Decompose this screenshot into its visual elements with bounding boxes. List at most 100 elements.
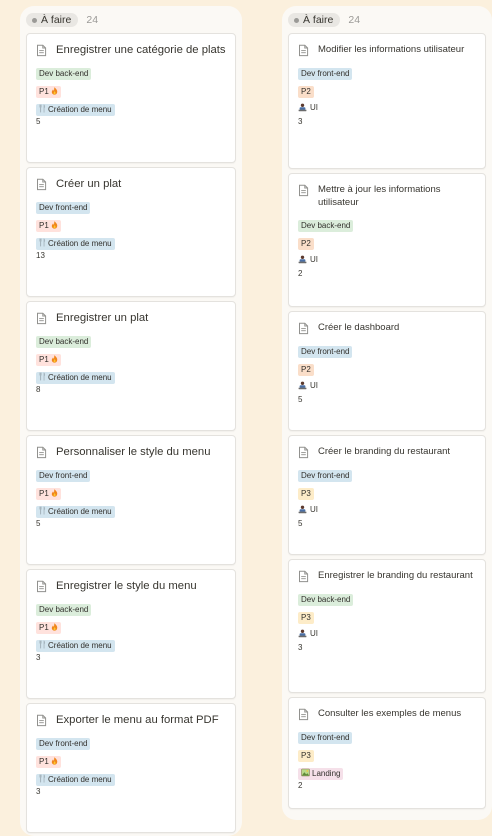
type-tag: Dev front-end	[298, 732, 353, 744]
epic-label: Création de menu	[48, 641, 112, 650]
card-title: Modifier les informations utilisateur	[318, 44, 465, 55]
epic-label: Création de menu	[48, 105, 112, 114]
type-tag: Dev front-end	[298, 346, 353, 358]
epic-label: Création de menu	[48, 239, 112, 248]
epic-label: UI	[310, 628, 318, 638]
priority-label: P1	[39, 757, 49, 766]
priority-tag: P2	[298, 364, 314, 376]
priority-label: P1	[39, 623, 49, 632]
epic-label: Création de menu	[48, 373, 112, 382]
fire-icon	[51, 221, 58, 229]
column-header: À faire 24	[288, 12, 486, 28]
card-title: Exporter le menu au format PDF	[56, 714, 219, 726]
document-icon	[36, 44, 47, 57]
board-column-right: À faire 24 Modifier les informations uti…	[282, 6, 492, 820]
document-icon	[298, 322, 309, 335]
epic-prop: UI	[298, 628, 318, 640]
type-tag: Dev back-end	[36, 604, 92, 616]
task-card[interactable]: Enregistrer le branding du restaurant De…	[288, 559, 486, 693]
type-tag: Dev back-end	[36, 336, 92, 348]
card-title: Créer le branding du restaurant	[318, 446, 451, 457]
epic-tag: Création de menu	[36, 104, 115, 116]
epic-tag: Landing	[298, 768, 344, 780]
estimate: 8	[36, 385, 41, 394]
document-icon	[36, 714, 47, 727]
priority-tag: P1	[36, 220, 61, 232]
document-icon	[36, 312, 47, 325]
fire-icon	[51, 757, 58, 765]
column-header: À faire 24	[26, 12, 236, 28]
task-card[interactable]: Enregistrer une catégorie de plats Dev b…	[26, 33, 236, 163]
priority-tag: P1	[36, 488, 61, 500]
epic-label: Création de menu	[48, 775, 112, 784]
priority-tag: P3	[298, 750, 314, 762]
epic-tag: Création de menu	[36, 238, 115, 250]
estimate: 5	[36, 519, 41, 528]
document-icon	[36, 178, 47, 191]
epic-prop: UI	[298, 102, 318, 114]
designer-icon	[298, 505, 307, 514]
task-card[interactable]: Mettre à jour les informations utilisate…	[288, 173, 486, 307]
epic-label: Landing	[312, 769, 341, 778]
document-icon	[298, 570, 309, 583]
fork-knife-icon	[39, 774, 46, 783]
estimate: 5	[298, 519, 303, 528]
type-tag: Dev front-end	[36, 738, 91, 750]
priority-tag: P3	[298, 488, 314, 500]
priority-label: P1	[39, 87, 49, 96]
status-dot-icon	[32, 17, 37, 23]
epic-tag: Création de menu	[36, 506, 115, 518]
type-tag: Dev front-end	[36, 202, 91, 214]
estimate: 5	[36, 117, 41, 126]
priority-tag: P1	[36, 86, 61, 98]
priority-tag: P3	[298, 612, 314, 624]
task-card[interactable]: Consulter les exemples de menus Dev fron…	[288, 697, 486, 809]
status-pill[interactable]: À faire	[288, 13, 341, 27]
card-title: Enregistrer le style du menu	[56, 580, 197, 592]
fork-knife-icon	[39, 506, 46, 515]
task-card[interactable]: Enregistrer un plat Dev back-end P1 Créa…	[26, 301, 236, 431]
status-label: À faire	[41, 14, 72, 26]
status-pill[interactable]: À faire	[26, 13, 79, 27]
task-card[interactable]: Exporter le menu au format PDF Dev front…	[26, 703, 236, 833]
estimate: 3	[298, 117, 303, 126]
picture-icon	[301, 768, 310, 777]
estimate: 13	[36, 251, 45, 260]
priority-label: P1	[39, 355, 49, 364]
fork-knife-icon	[39, 104, 46, 113]
task-card[interactable]: Créer le branding du restaurant Dev fron…	[288, 435, 486, 555]
card-title: Créer le dashboard	[318, 322, 400, 333]
board-column-left: À faire 24 Enregistrer une catégorie de …	[20, 6, 242, 836]
epic-tag: Création de menu	[36, 372, 115, 384]
priority-tag: P2	[298, 238, 314, 250]
task-card[interactable]: Créer le dashboard Dev front-end P2 UI 5	[288, 311, 486, 431]
epic-label: UI	[310, 102, 318, 112]
status-label: À faire	[303, 14, 334, 26]
task-card[interactable]: Créer un plat Dev front-end P1 Création …	[26, 167, 236, 297]
document-icon	[298, 446, 309, 459]
estimate: 3	[298, 643, 303, 652]
epic-label: UI	[310, 254, 318, 264]
type-tag: Dev back-end	[298, 220, 354, 232]
epic-prop: UI	[298, 254, 318, 266]
type-tag: Dev front-end	[298, 470, 353, 482]
priority-tag: P1	[36, 354, 61, 366]
task-card[interactable]: Modifier les informations utilisateur De…	[288, 33, 486, 169]
card-title: Enregistrer un plat	[56, 312, 149, 324]
document-icon	[298, 708, 309, 721]
epic-tag: Création de menu	[36, 774, 115, 786]
card-title: Personnaliser le style du menu	[56, 446, 211, 458]
type-tag: Dev front-end	[36, 470, 91, 482]
priority-label: P1	[39, 221, 49, 230]
epic-tag: Création de menu	[36, 640, 115, 652]
task-card[interactable]: Personnaliser le style du menu Dev front…	[26, 435, 236, 565]
epic-prop: UI	[298, 380, 318, 392]
card-title: Consulter les exemples de menus	[318, 708, 462, 719]
card-title: Enregistrer une catégorie de plats	[56, 44, 226, 56]
task-card[interactable]: Enregistrer le style du menu Dev back-en…	[26, 569, 236, 699]
priority-tag: P2	[298, 86, 314, 98]
estimate: 5	[298, 395, 303, 404]
card-title: Créer un plat	[56, 178, 122, 190]
priority-tag: P1	[36, 756, 61, 768]
fork-knife-icon	[39, 238, 46, 247]
